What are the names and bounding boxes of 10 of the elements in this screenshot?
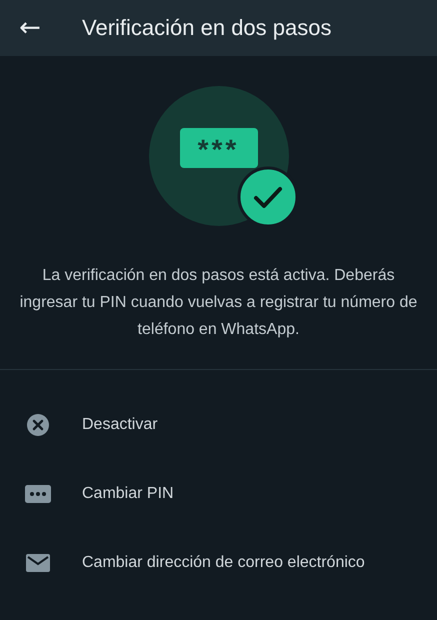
option-label[interactable]: Cambiar PIN <box>82 484 174 502</box>
description-text: La verificación en dos pasos está activa. Deberás ingresar tu PIN cuando vuelvas a registrar tu número de teléfono en WhatsApp. <box>18 266 418 340</box>
option-label[interactable]: Desactivar <box>82 416 158 434</box>
dots-icon <box>24 484 52 504</box>
back-button[interactable]: ← <box>16 15 44 41</box>
envelope-icon <box>24 552 52 572</box>
option-label[interactable]: Cambiar dirección de correo electrónico <box>82 554 365 572</box>
close-icon <box>24 412 52 436</box>
pin-field-illustration: *** <box>180 128 258 168</box>
screen-title: Verificación en dos pasos <box>82 15 332 41</box>
